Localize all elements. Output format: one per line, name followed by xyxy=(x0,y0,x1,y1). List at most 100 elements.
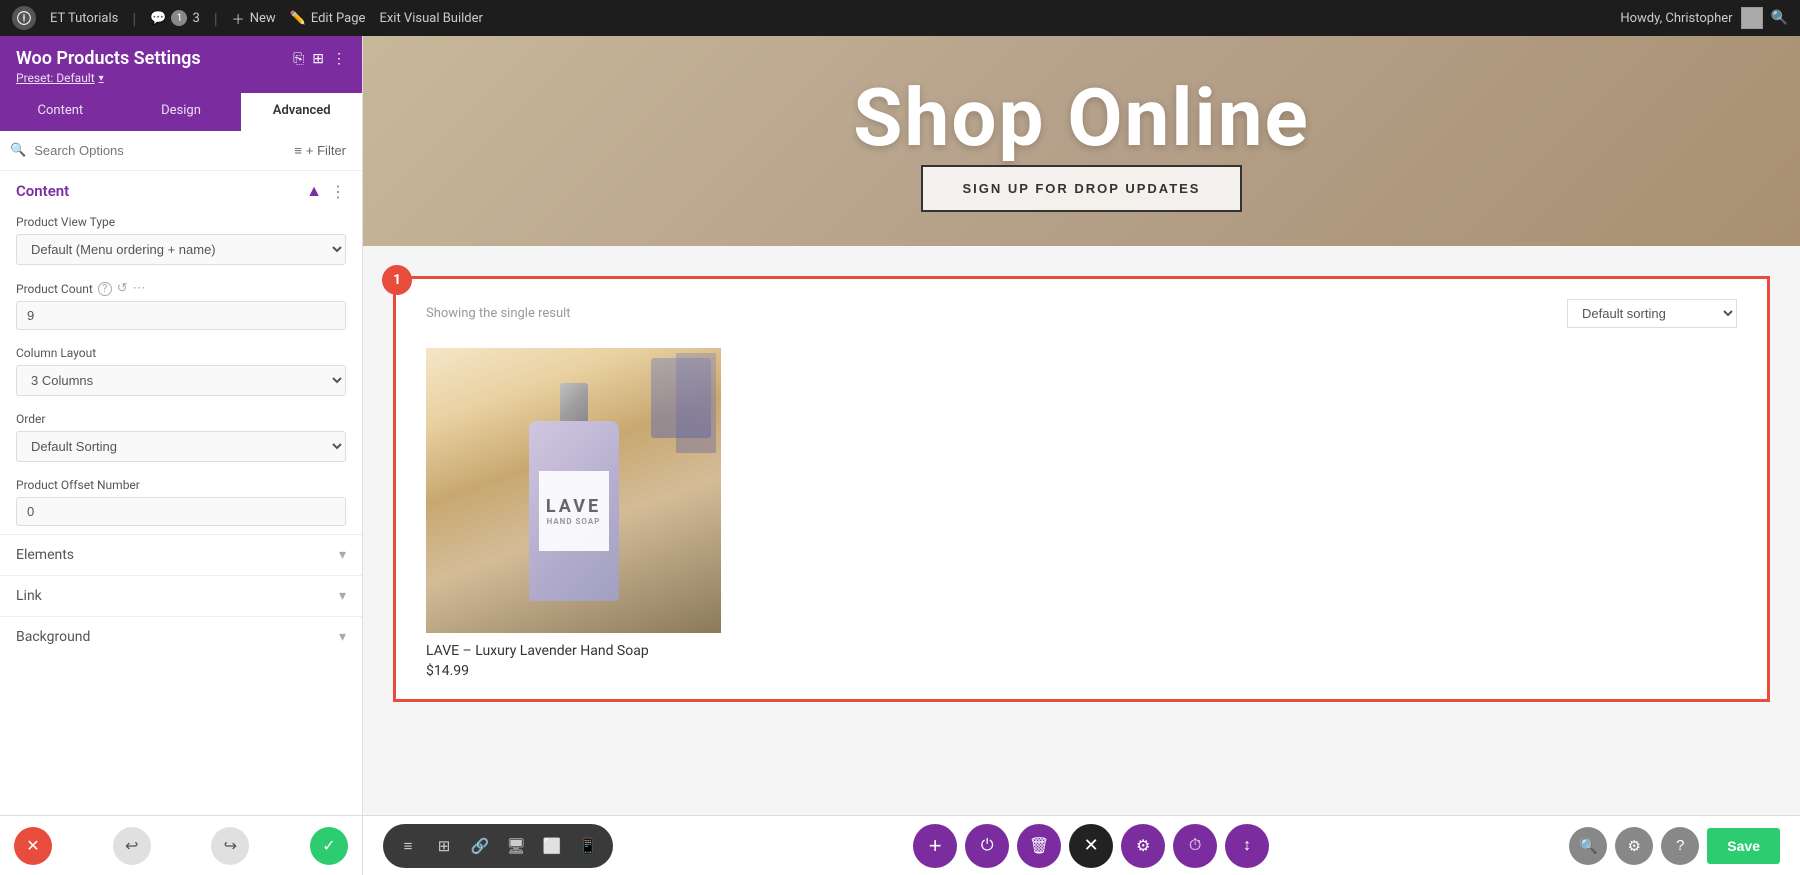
product-image: LAVE HAND SOAP xyxy=(426,348,721,633)
section-dots-icon[interactable]: ⋮ xyxy=(330,182,346,201)
user-avatar xyxy=(1741,7,1763,29)
order-select[interactable]: Default Sorting Price: Low to High Price… xyxy=(16,431,346,462)
new-link[interactable]: ＋ New xyxy=(232,9,276,28)
separator-2: | xyxy=(214,9,218,28)
right-wrapper: Shop Online SIGN UP FOR DROP UPDATES 1 S… xyxy=(363,36,1800,875)
fab-add-button[interactable]: + xyxy=(913,824,957,868)
wordpress-logo-icon[interactable] xyxy=(12,6,36,30)
link-section[interactable]: Link ▾ xyxy=(0,575,362,616)
order-label: Order xyxy=(16,412,346,426)
comments-link[interactable]: 💬 1 3 xyxy=(150,10,200,26)
bottle-body: LAVE HAND SOAP xyxy=(529,421,619,601)
redo-icon: ↪ xyxy=(224,836,237,856)
order-group: Order Default Sorting Price: Low to High… xyxy=(0,404,362,470)
toolbar-link-icon[interactable]: 🔗 xyxy=(463,829,497,863)
product-price: $14.99 xyxy=(426,663,721,679)
fab-help-button[interactable]: ? xyxy=(1661,827,1699,865)
site-name-link[interactable]: ET Tutorials xyxy=(50,11,118,26)
product-count-dots-icon[interactable]: ⋯ xyxy=(133,281,146,296)
column-layout-group: Column Layout 1 Column 2 Columns 3 Colum… xyxy=(0,338,362,404)
product-count-group: Product Count ? ↺ ⋯ xyxy=(0,273,362,338)
undo-button[interactable]: ↩ xyxy=(113,827,151,865)
new-label: New xyxy=(250,11,276,26)
bottle-label: LAVE HAND SOAP xyxy=(539,471,609,551)
toolbar-tablet-icon[interactable]: ⬜ xyxy=(535,829,569,863)
product-count-reset-icon[interactable]: ↺ xyxy=(117,281,128,296)
filter-button[interactable]: ≡ + Filter xyxy=(288,139,352,162)
content-section-header: Content ▲ ⋮ xyxy=(0,171,362,207)
bottom-toolbar-bar: ≡ ⊞ 🔗 🖥 ⬜ 📱 + ⏻ 🗑 ✕ ⚙ ⏱ ↕ 🔍 ⚙ ? xyxy=(363,815,1800,875)
redo-button[interactable]: ↪ xyxy=(211,827,249,865)
tab-design[interactable]: Design xyxy=(121,93,242,131)
search-icon[interactable]: 🔍 xyxy=(1771,10,1788,26)
exit-builder-link[interactable]: Exit Visual Builder xyxy=(379,11,482,26)
sorting-select[interactable]: Default sorting Sort by popularity Sort … xyxy=(1567,299,1737,328)
fab-gear-button[interactable]: ⚙ xyxy=(1615,827,1653,865)
product-area: 1 Showing the single result Default sort… xyxy=(393,276,1770,702)
toolbar-rows-icon[interactable]: ≡ xyxy=(391,829,425,863)
elements-chevron-icon: ▾ xyxy=(339,547,346,563)
save-button[interactable]: Save xyxy=(1707,828,1780,864)
elements-label: Elements xyxy=(16,547,74,563)
bottle-brand: LAVE xyxy=(546,496,601,517)
link-chevron-icon: ▾ xyxy=(339,588,346,604)
background-label: Background xyxy=(16,629,90,645)
preset-label[interactable]: Preset: Default xyxy=(16,71,95,85)
collapse-icon[interactable]: ▲ xyxy=(306,181,322,201)
hero-signup-button[interactable]: SIGN UP FOR DROP UPDATES xyxy=(921,165,1243,212)
product-count-help-icon[interactable]: ? xyxy=(98,282,112,296)
edit-page-link[interactable]: ✏️ Edit Page xyxy=(290,11,366,26)
fab-timer-button[interactable]: ⏱ xyxy=(1173,824,1217,868)
separator-1: | xyxy=(132,9,136,28)
panel-columns-icon[interactable]: ⊞ xyxy=(312,51,324,67)
panel-tabs: Content Design Advanced xyxy=(0,93,362,131)
howdy-text: Howdy, Christopher xyxy=(1620,11,1732,26)
cancel-button[interactable]: ✕ xyxy=(14,827,52,865)
product-offset-input[interactable] xyxy=(16,497,346,526)
product-offset-group: Product Offset Number xyxy=(0,470,362,534)
panel-menu-icon[interactable]: ⋮ xyxy=(332,51,346,67)
product-area-wrapper: 1 Showing the single result Default sort… xyxy=(363,246,1800,815)
bottle-brand-sub: HAND SOAP xyxy=(547,517,601,526)
left-panel: Woo Products Settings ⎘ ⊞ ⋮ Preset: Defa… xyxy=(0,36,363,875)
right-actions: 🔍 ⚙ ? Save xyxy=(1569,827,1780,865)
undo-icon: ↩ xyxy=(125,836,138,856)
hero-button-label: SIGN UP FOR DROP UPDATES xyxy=(963,181,1201,196)
toolbar-grid-icon[interactable]: ⊞ xyxy=(427,829,461,863)
search-options-input[interactable] xyxy=(34,143,280,158)
product-grid: LAVE HAND SOAP LAVE – Luxury Lavender Ha… xyxy=(426,348,1737,679)
tab-content[interactable]: Content xyxy=(0,93,121,131)
product-card: LAVE HAND SOAP LAVE – Luxury Lavender Ha… xyxy=(426,348,721,679)
filter-label: + Filter xyxy=(306,143,346,158)
fab-power-button[interactable]: ⏻ xyxy=(965,824,1009,868)
column-layout-label: Column Layout xyxy=(16,346,346,360)
fab-delete-button[interactable]: 🗑 xyxy=(1017,824,1061,868)
fab-close-button[interactable]: ✕ xyxy=(1069,824,1113,868)
admin-bar-left: ET Tutorials | 💬 1 3 | ＋ New ✏️ Edit Pag… xyxy=(12,6,483,30)
save-label: Save xyxy=(1727,838,1760,854)
panel-bottom-actions: ✕ ↩ ↪ ✓ xyxy=(0,815,362,875)
comment-count: 3 xyxy=(192,11,199,26)
elements-section[interactable]: Elements ▾ xyxy=(0,534,362,575)
column-layout-select[interactable]: 1 Column 2 Columns 3 Columns 4 Columns xyxy=(16,365,346,396)
product-count-input[interactable] xyxy=(16,301,346,330)
background-section[interactable]: Background ▾ xyxy=(0,616,362,657)
fab-settings-button[interactable]: ⚙ xyxy=(1121,824,1165,868)
product-count-label: Product Count ? ↺ ⋯ xyxy=(16,281,346,296)
filter-icon: ≡ xyxy=(294,143,302,158)
search-options-icon: 🔍 xyxy=(10,143,26,158)
fab-search-button[interactable]: 🔍 xyxy=(1569,827,1607,865)
hero-section: Shop Online SIGN UP FOR DROP UPDATES xyxy=(363,36,1800,246)
toolbar-desktop-icon[interactable]: 🖥 xyxy=(499,829,533,863)
panel-copy-icon[interactable]: ⎘ xyxy=(293,51,304,67)
toolbar-mobile-icon[interactable]: 📱 xyxy=(571,829,605,863)
main-layout: Woo Products Settings ⎘ ⊞ ⋮ Preset: Defa… xyxy=(0,36,1800,875)
section-controls: ▲ ⋮ xyxy=(306,181,346,201)
tab-advanced[interactable]: Advanced xyxy=(241,93,362,131)
confirm-button[interactable]: ✓ xyxy=(310,827,348,865)
fab-sort-button[interactable]: ↕ xyxy=(1225,824,1269,868)
admin-bar: ET Tutorials | 💬 1 3 | ＋ New ✏️ Edit Pag… xyxy=(0,0,1800,36)
product-view-type-select[interactable]: Default (Menu ordering + name) Featured … xyxy=(16,234,346,265)
bottle-cap xyxy=(560,383,588,423)
canvas-area: Shop Online SIGN UP FOR DROP UPDATES 1 S… xyxy=(363,36,1800,815)
